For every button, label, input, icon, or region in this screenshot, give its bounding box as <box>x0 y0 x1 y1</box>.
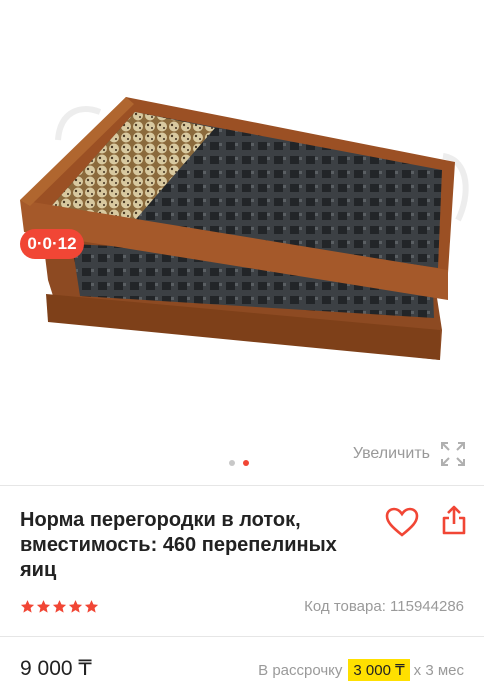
product-gallery[interactable]: 0·0·12 Увеличить <box>0 0 484 484</box>
product-title: Норма перегородки в лоток, вместимость: … <box>20 509 337 581</box>
zoom-button[interactable]: Увеличить <box>353 440 466 468</box>
star-icon <box>84 600 99 613</box>
divider <box>0 485 484 486</box>
divider <box>0 636 484 637</box>
heart-icon[interactable] <box>384 506 420 538</box>
installment-amount: 3 000 ₸ <box>348 659 410 681</box>
pagination-dot-active[interactable] <box>243 460 249 466</box>
rating-stars <box>20 599 99 614</box>
zoom-label: Увеличить <box>352 445 430 462</box>
star-icon <box>68 600 83 613</box>
product-price: 9 000 ₸ <box>20 657 92 680</box>
star-icon <box>20 600 35 613</box>
share-icon[interactable] <box>440 504 468 536</box>
installment-info[interactable]: В рассрочку 3 000 ₸ х 3 мес <box>258 659 464 681</box>
installment-prefix: В рассрочку <box>258 661 343 679</box>
star-icon <box>36 600 51 613</box>
product-sku: Код товара: 115944286 <box>304 598 464 615</box>
product-image[interactable] <box>0 0 484 430</box>
expand-icon <box>441 442 465 466</box>
installment-suffix: х 3 мес <box>413 661 464 679</box>
star-icon <box>52 600 67 613</box>
pagination-dot[interactable] <box>229 460 235 466</box>
installment-badge: 0·0·12 <box>20 229 84 259</box>
gallery-pagination[interactable] <box>229 460 249 466</box>
